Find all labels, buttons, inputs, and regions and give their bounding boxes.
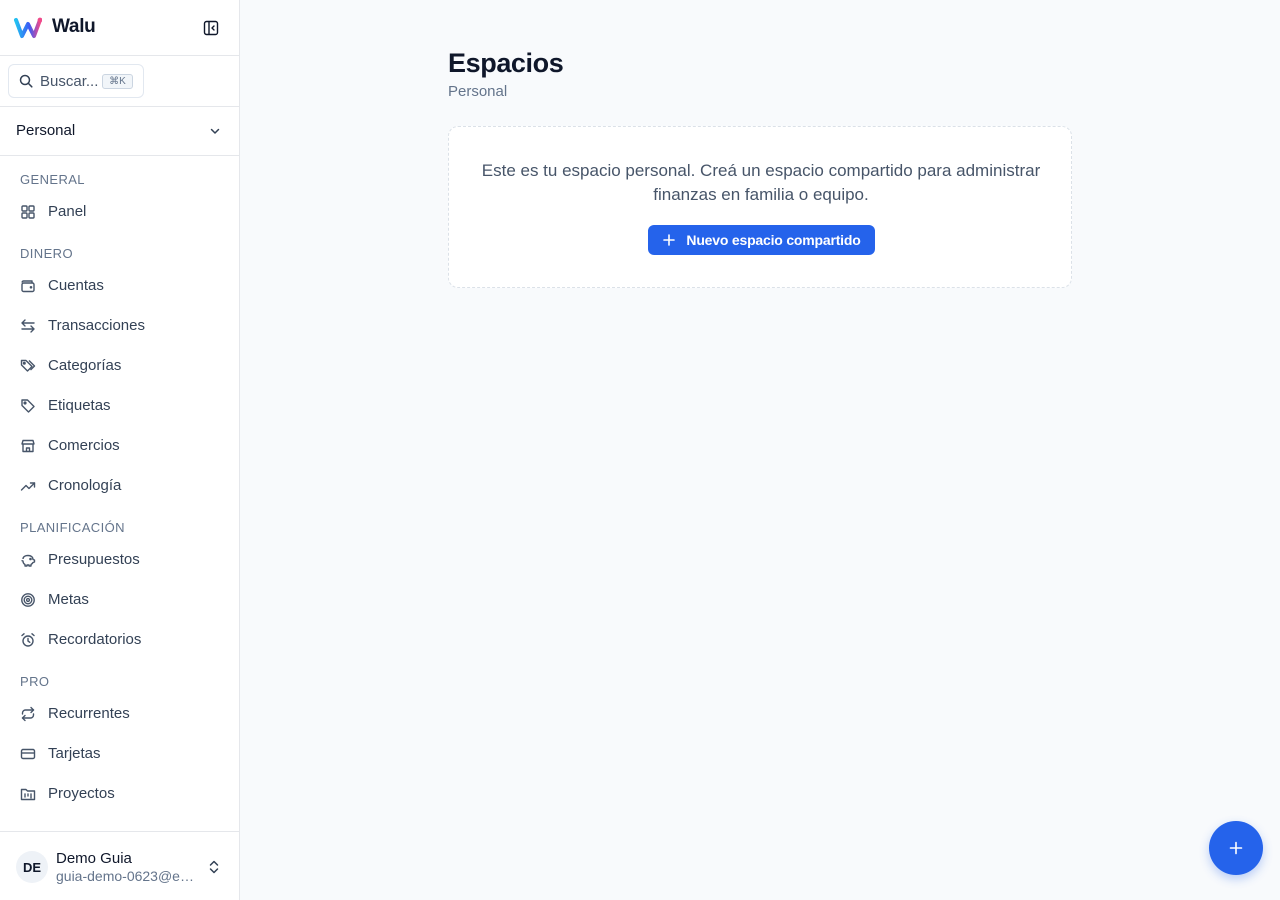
sidebar-item-recurrentes[interactable]: Recurrentes: [8, 696, 232, 732]
sidebar-item-label: Cuentas: [48, 277, 104, 294]
search-area: Buscar... ⌘K: [0, 56, 239, 107]
page-subtitle: Personal: [448, 83, 508, 100]
wallet-icon: [21, 280, 35, 293]
folder-kanban-icon: [20, 788, 36, 801]
nav-section-general: GENERAL: [20, 172, 85, 187]
sidebar-item-label: Transacciones: [48, 317, 145, 334]
search-input[interactable]: Buscar... ⌘K: [8, 64, 144, 98]
trending-up-icon: [20, 482, 36, 491]
sidebar-item-etiquetas[interactable]: Etiquetas: [8, 388, 232, 424]
quick-add-button[interactable]: [1209, 821, 1263, 875]
nav-section-planificacion: PLANIFICACIÓN: [20, 520, 125, 535]
chevrons-up-down-icon: [209, 860, 219, 874]
sidebar-item-panel[interactable]: Panel: [8, 194, 232, 230]
sidebar-item-label: Proyectos: [48, 785, 115, 802]
search-icon: [19, 74, 33, 88]
tags-icon: [20, 359, 36, 372]
credit-card-icon: [20, 748, 36, 760]
nav-section-pro: PRO: [20, 674, 50, 689]
sidebar-item-label: Recordatorios: [48, 631, 142, 648]
sidebar-item-recordatorios[interactable]: Recordatorios: [8, 622, 232, 658]
tag-icon: [21, 399, 35, 413]
chevron-down-icon: [210, 128, 220, 134]
sidebar-item-cuentas[interactable]: Cuentas: [8, 268, 232, 304]
target-icon: [21, 593, 35, 607]
brand-header: Walu: [0, 0, 239, 56]
page-title: Espacios: [448, 48, 564, 78]
layout-grid-icon: [21, 205, 35, 219]
piggy-bank-icon: [21, 554, 36, 567]
arrows-left-right-icon: [21, 319, 35, 333]
walu-logo-icon: [14, 17, 42, 38]
sidebar-item-transacciones[interactable]: Transacciones: [8, 308, 232, 344]
plus-icon: [1229, 841, 1243, 855]
sidebar-item-label: Recurrentes: [48, 705, 130, 722]
sidebar-item-label: Tarjetas: [48, 745, 101, 762]
space-selector[interactable]: Personal: [0, 107, 239, 156]
avatar: DE: [16, 851, 48, 883]
sidebar-item-label: Cronología: [48, 477, 122, 494]
sidebar-item-label: Categorías: [48, 357, 122, 374]
sidebar-item-label: Metas: [48, 591, 89, 608]
user-name: Demo Guia: [56, 850, 132, 867]
sidebar-item-proyectos[interactable]: Proyectos: [8, 776, 232, 812]
nav-section-dinero: DINERO: [20, 246, 73, 261]
new-shared-space-button-label: Nuevo espacio compartido: [686, 232, 861, 248]
sidebar-item-label: Etiquetas: [48, 397, 111, 414]
repeat-icon: [21, 706, 35, 722]
new-shared-space-button[interactable]: Nuevo espacio compartido: [648, 225, 875, 255]
sidebar-item-presupuestos[interactable]: Presupuestos: [8, 542, 232, 578]
user-menu[interactable]: DE Demo Guia guia-demo-0623@example.com: [0, 831, 239, 900]
user-email: guia-demo-0623@example.com: [56, 868, 198, 884]
alarm-clock-icon: [21, 633, 35, 647]
plus-icon: [663, 234, 676, 246]
search-placeholder: Buscar...: [40, 72, 99, 90]
store-icon: [21, 439, 35, 453]
sidebar: Walu Buscar... ⌘K Personal GENERAL Panel…: [0, 0, 240, 900]
sidebar-item-label: Presupuestos: [48, 551, 140, 568]
sidebar-item-label: Panel: [48, 203, 87, 220]
sidebar-item-cronologia[interactable]: Cronología: [8, 468, 232, 504]
sidebar-item-metas[interactable]: Metas: [8, 582, 232, 618]
collapse-sidebar-button[interactable]: [201, 18, 221, 38]
sidebar-item-categorias[interactable]: Categorías: [8, 348, 232, 384]
sidebar-item-label: Comercios: [48, 437, 120, 454]
space-selector-value: Personal: [16, 122, 76, 139]
sidebar-item-comercios[interactable]: Comercios: [8, 428, 232, 464]
app-name: Walu: [52, 16, 96, 37]
panel-left-close-icon: [203, 20, 219, 36]
empty-state-message: Este es tu espacio personal. Creá un esp…: [481, 161, 1041, 204]
sidebar-item-tarjetas[interactable]: Tarjetas: [8, 736, 232, 772]
empty-state-card: Este es tu espacio personal. Creá un esp…: [448, 126, 1072, 288]
search-shortcut-badge: ⌘K: [102, 74, 133, 89]
